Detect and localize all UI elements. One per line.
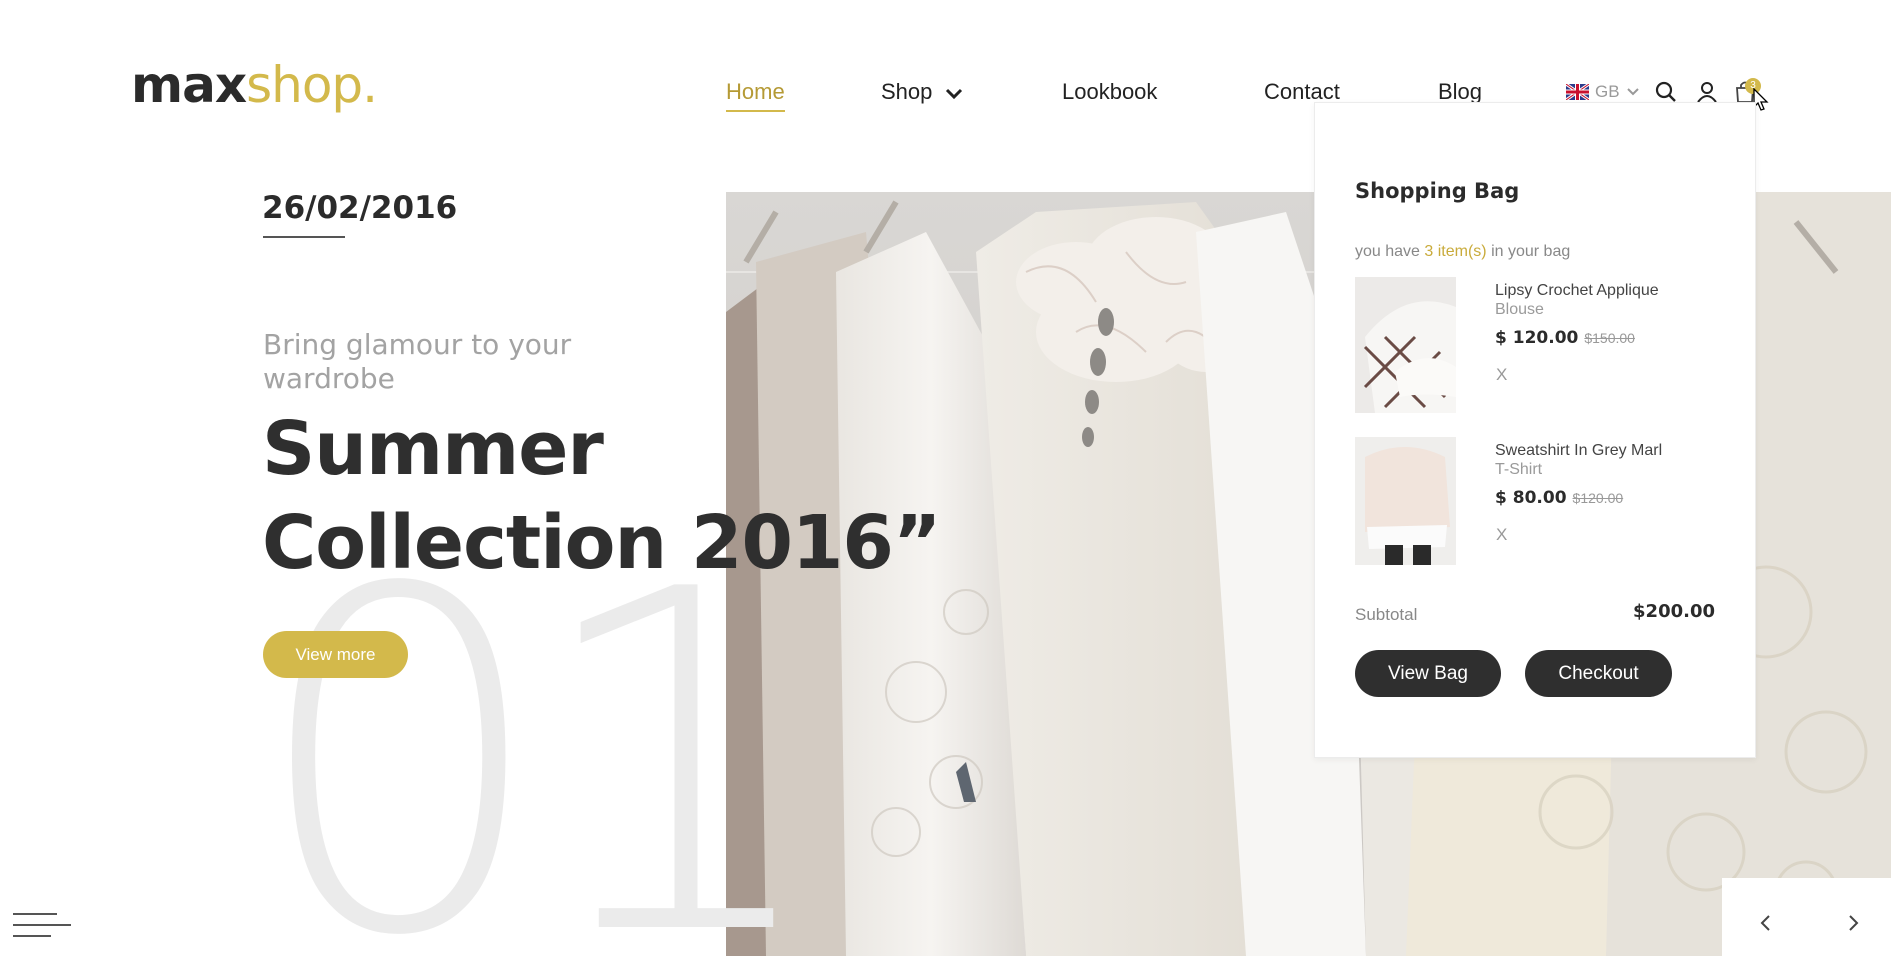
item-price: $ 120.00 $150.00 [1495,328,1635,348]
search-icon[interactable] [1654,80,1678,104]
slider-controls [1722,878,1891,956]
item-old-price: $120.00 [1572,490,1624,506]
bag-count-prefix: you have [1355,243,1425,260]
chevron-left-icon[interactable] [1755,912,1777,934]
product-thumbnail[interactable] [1355,277,1456,413]
chevron-down-icon [945,79,963,107]
item-name[interactable]: Lipsy Crochet Applique [1495,281,1725,300]
bag-item-count: you have 3 item(s) in your bag [1355,243,1570,261]
hamburger-menu-icon[interactable] [13,911,73,939]
item-current-price: $ 80.00 [1495,488,1567,508]
date-underline [263,236,345,238]
item-name[interactable]: Sweatshirt In Grey Marl [1495,441,1725,460]
subtotal-value: $200.00 [1633,601,1715,622]
chevron-right-icon[interactable] [1842,912,1864,934]
view-bag-button[interactable]: View Bag [1355,650,1501,697]
headline-line-2: Collection 2016” [262,500,942,586]
item-type: T-Shirt [1495,461,1543,478]
subtotal-label: Subtotal [1355,605,1418,624]
item-price: $ 80.00 $120.00 [1495,488,1623,508]
nav-lookbook[interactable]: Lookbook [1062,78,1157,106]
checkout-button[interactable]: Checkout [1525,650,1672,697]
product-thumbnail[interactable] [1355,437,1456,565]
remove-item-button[interactable]: X [1496,365,1507,385]
language-code: GB [1595,82,1620,101]
item-old-price: $150.00 [1584,330,1635,346]
nav-shop[interactable]: Shop [881,78,963,107]
view-more-button[interactable]: View more [263,631,408,678]
nav-home[interactable]: Home [726,78,785,112]
item-current-price: $ 120.00 [1495,328,1579,348]
shopping-bag-dropdown: Shopping Bag you have 3 item(s) in your … [1314,102,1756,758]
item-type: Blouse [1495,301,1544,318]
user-icon[interactable] [1695,80,1719,104]
hero-headline: Summer Collection 2016” [262,402,962,590]
logo-text-shop: shop. [246,56,378,114]
uk-flag-icon [1565,82,1590,102]
brand-logo[interactable]: maxshop. [131,60,378,110]
nav-shop-label: Shop [881,79,933,104]
bag-count-suffix: in your bag [1486,243,1571,260]
bag-count-highlight: 3 item(s) [1424,243,1487,260]
language-selector[interactable]: GB [1565,82,1640,102]
hero-date: 26/02/2016 [262,190,458,226]
logo-text-max: max [131,56,247,114]
bag-title: Shopping Bag [1355,179,1520,203]
headline-line-1: Summer [262,406,604,492]
remove-item-button[interactable]: X [1496,525,1507,545]
hero-subtitle: Bring glamour to your wardrobe [263,328,572,395]
chevron-down-icon [1626,82,1640,102]
slide-number: 01 [250,491,828,956]
